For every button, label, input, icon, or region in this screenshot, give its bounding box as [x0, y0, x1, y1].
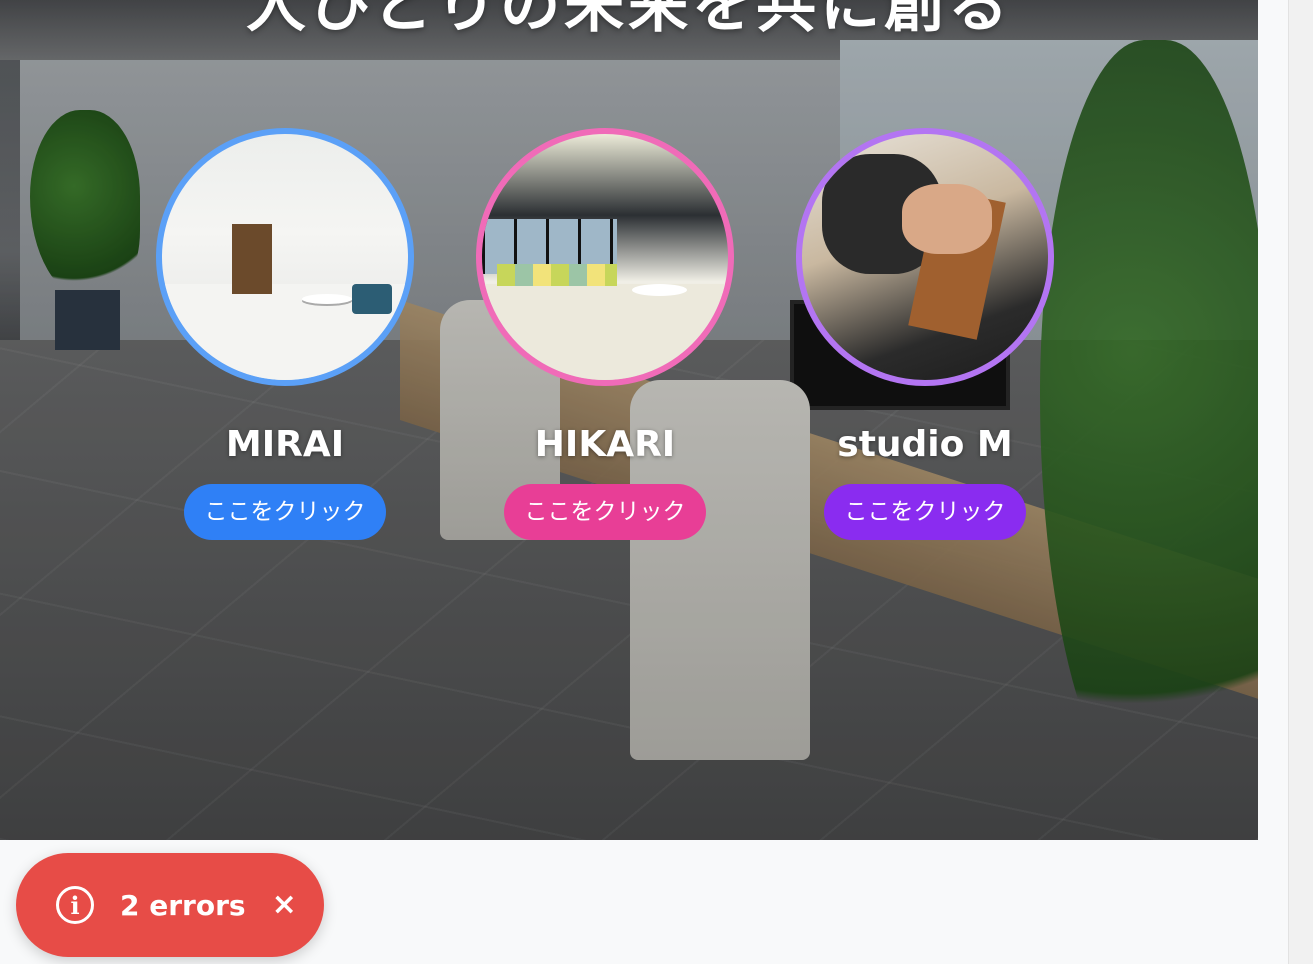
page-background — [1258, 0, 1288, 964]
hero-title: 人ひとりの未来を共に創る — [245, 0, 1013, 41]
facility-photo-studio-m — [796, 128, 1054, 386]
facility-card-studio-m: studio M ここをクリック — [795, 128, 1055, 540]
error-toast[interactable]: i 2 errors × — [16, 853, 324, 957]
facility-card-mirai: MIRAI ここをクリック — [155, 128, 415, 540]
facility-card-hikari: HIKARI ここをクリック — [475, 128, 735, 540]
facility-button-studio-m[interactable]: ここをクリック — [824, 484, 1026, 540]
facility-photo-mirai — [156, 128, 414, 386]
facility-button-mirai[interactable]: ここをクリック — [184, 484, 386, 540]
facility-photo-hikari — [476, 128, 734, 386]
close-icon[interactable]: × — [272, 890, 297, 920]
error-count: 2 errors — [120, 888, 246, 922]
facility-button-hikari[interactable]: ここをクリック — [504, 484, 706, 540]
hero-section: 人ひとりの未来を共に創る MIRAI ここをクリック HIKARI ここをクリッ… — [0, 0, 1258, 840]
info-icon: i — [56, 886, 94, 924]
vertical-scrollbar[interactable] — [1288, 0, 1313, 964]
facility-name: HIKARI — [534, 424, 676, 465]
facility-name: MIRAI — [225, 424, 345, 465]
facility-name: studio M — [837, 424, 1013, 465]
